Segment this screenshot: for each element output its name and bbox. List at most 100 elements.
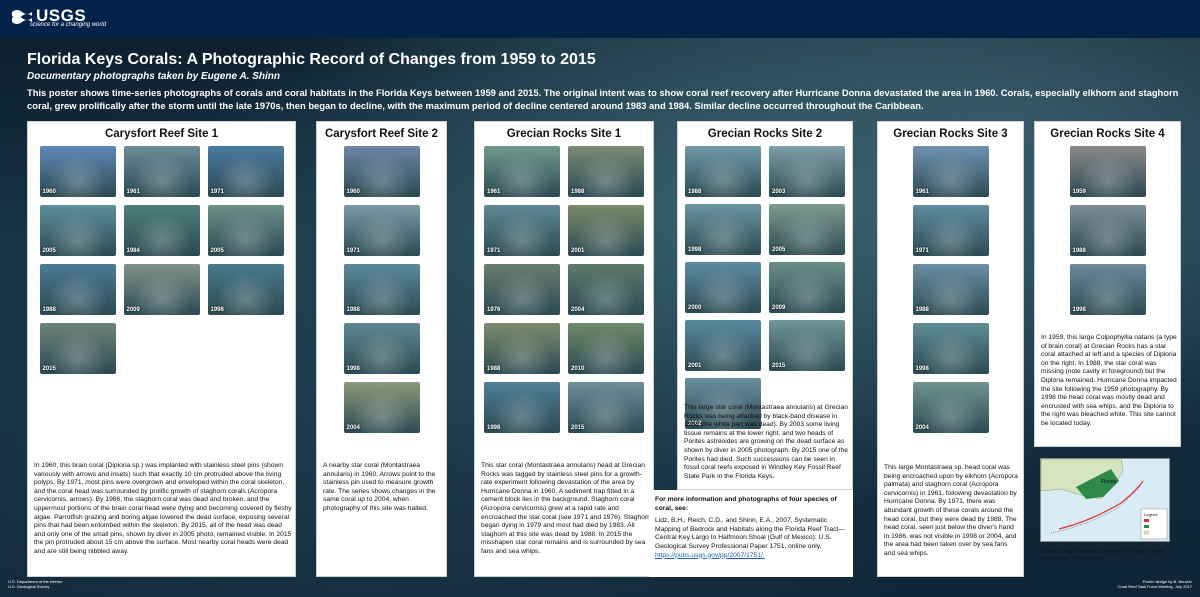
- map-label-florida: Florida: [1101, 479, 1117, 485]
- photo-year-label: 2015: [772, 363, 786, 369]
- references-heading: For more information and photographs of …: [655, 496, 837, 512]
- coral-photo: 1961: [484, 146, 560, 197]
- photo-year-label: 2005: [210, 248, 224, 254]
- coral-photo: 1988: [39, 264, 116, 315]
- coral-photo: 2005: [769, 204, 845, 255]
- coral-photo: 1988: [484, 323, 560, 374]
- photo-year-label: 2009: [772, 305, 786, 311]
- photo-year-label: 2015: [571, 425, 585, 431]
- photo-year-label: 2005: [42, 248, 56, 254]
- coral-photo: 1988: [343, 264, 420, 315]
- photo-year-label: 1971: [915, 248, 929, 254]
- coral-photo: 2004: [568, 264, 644, 315]
- panel-title: Carysfort Reef Site 1: [104, 128, 219, 140]
- photo-year-label: 2004: [346, 425, 360, 431]
- coral-photo: 1998: [685, 204, 761, 255]
- coral-photo: 1976: [484, 264, 560, 315]
- panel-carysfort-site-1: Carysfort Reef Site 1 1960 1961 1971 2005 19…: [27, 121, 296, 577]
- site-caption: In 1959, this large Colpophyllia natans …: [1041, 334, 1177, 427]
- coral-photo: 1998: [912, 323, 989, 374]
- photo-grid: 1959 1988 1998: [1035, 146, 1180, 315]
- coral-photo: 1971: [484, 205, 560, 256]
- references-box: For more information and photographs of …: [649, 490, 853, 577]
- photo-year-label: 1998: [487, 425, 501, 431]
- photo-year-label: 2004: [571, 307, 585, 313]
- coral-photo: 2005: [39, 205, 116, 256]
- photo-year-label: 1988: [915, 307, 929, 313]
- photo-year-label: 1988: [346, 307, 360, 313]
- footer-credits: Poster design by B. Bouvier Coral Reef T…: [1118, 579, 1192, 589]
- footer-line: Coral Reef Task Force Meeting, July 2017: [1117, 584, 1192, 589]
- photo-year-label: 1971: [346, 248, 360, 254]
- coral-photo: 1961: [912, 146, 989, 197]
- photo-year-label: 2003: [772, 189, 786, 195]
- poster-intro: This poster shows time-series photograph…: [27, 87, 1179, 111]
- coral-photo: 1988: [685, 146, 761, 197]
- photo-year-label: 1984: [126, 248, 140, 254]
- footer-line: U.S. Geological Survey: [8, 584, 50, 589]
- coral-photo: 1988: [568, 146, 644, 197]
- photo-year-label: 1998: [346, 366, 360, 372]
- photo-year-label: 1998: [688, 247, 702, 253]
- logo-tagline: science for a changing world: [30, 22, 107, 28]
- site-caption: A nearby star coral (Montastraea annular…: [323, 462, 436, 512]
- coral-photo: 2015: [769, 320, 845, 371]
- header-bar: USGS science for a changing world: [0, 0, 1200, 38]
- coral-photo: 2015: [39, 323, 116, 374]
- photo-year-label: 1998: [210, 307, 224, 313]
- photo-year-label: 2001: [571, 248, 585, 254]
- photo-year-label: 1960: [42, 189, 56, 195]
- map-caption: Location map showing Carysfort Reef and …: [1040, 549, 1166, 562]
- footer-agency: U.S. Department of the Interior U.S. Geo…: [8, 579, 62, 589]
- photo-year-label: 1976: [487, 307, 501, 313]
- photo-year-label: 2000: [688, 305, 702, 311]
- photo-year-label: 1961: [126, 189, 140, 195]
- coral-photo: 2001: [568, 205, 644, 256]
- coral-photo: 2015: [568, 382, 644, 433]
- photo-year-label: 1959: [1072, 189, 1086, 195]
- photo-year-label: 1998: [915, 366, 929, 372]
- photo-year-label: 1971: [487, 248, 501, 254]
- photo-grid: 1960 1961 1971 2005 1984 2005 1988 2009 1998 2015: [28, 146, 295, 374]
- coral-photo: 1998: [207, 264, 284, 315]
- location-map: Florida Legend: [1040, 458, 1170, 542]
- photo-year-label: 1998: [1072, 307, 1086, 313]
- coral-photo: 2005: [207, 205, 284, 256]
- panel-grecian-site-2: Grecian Rocks Site 2 1988 2003 1998 2005 200…: [677, 121, 853, 490]
- photo-year-label: 1988: [571, 189, 585, 195]
- map-legend-title: Legend: [1144, 512, 1157, 517]
- florida-keys-map: Florida Legend: [1041, 459, 1169, 541]
- photo-year-label: 2004: [915, 425, 929, 431]
- coral-photo: 1971: [343, 205, 420, 256]
- photo-year-label: 2015: [42, 366, 56, 372]
- coral-photo: 2001: [685, 320, 761, 371]
- coral-photo: 1988: [1069, 205, 1146, 256]
- panel-title: Grecian Rocks Site 1: [506, 128, 622, 140]
- panel-title: Grecian Rocks Site 4: [1050, 128, 1165, 140]
- coral-photo: 1960: [39, 146, 116, 197]
- coral-photo: 2000: [685, 262, 761, 313]
- references-link[interactable]: https://pubs.usgs.gov/pp/2007/1751/.: [655, 552, 847, 559]
- coral-photo: 2009: [123, 264, 200, 315]
- photo-year-label: 1960: [346, 189, 360, 195]
- poster-title: Florida Keys Corals: A Photographic Reco…: [27, 51, 596, 68]
- photo-grid: 1960 1971 1988 1998 2004: [317, 146, 446, 433]
- references-citation: Lidz, B.H., Reich, C.D., and Shinn, E.A.…: [655, 517, 845, 550]
- site-caption: This star coral (Montastraea annularis) …: [481, 462, 651, 555]
- photo-grid: 1961 1971 1988 1998 2004: [878, 146, 1023, 433]
- panel-grecian-site-4: Grecian Rocks Site 4 1959 1988 1998 In 195…: [1034, 121, 1181, 447]
- photo-year-label: 1961: [487, 189, 501, 195]
- photo-year-label: 1988: [688, 189, 702, 195]
- coral-photo: 1998: [343, 323, 420, 374]
- coral-photo: 2004: [343, 382, 420, 433]
- panel-title: Carysfort Reef Site 2: [324, 128, 439, 140]
- poster-subtitle: Documentary photographs taken by Eugene …: [27, 71, 280, 82]
- photo-year-label: 1971: [210, 189, 224, 195]
- panel-title: Grecian Rocks Site 3: [893, 128, 1008, 140]
- coral-photo: 2009: [769, 262, 845, 313]
- coral-photo: 1961: [123, 146, 200, 197]
- site-caption: This large Montastraea sp. head coral wa…: [884, 464, 1018, 557]
- site-caption: In 1960, this brain coral (Diploria sp.)…: [34, 462, 292, 555]
- photo-year-label: 1961: [915, 189, 929, 195]
- photo-year-label: 2001: [688, 363, 702, 369]
